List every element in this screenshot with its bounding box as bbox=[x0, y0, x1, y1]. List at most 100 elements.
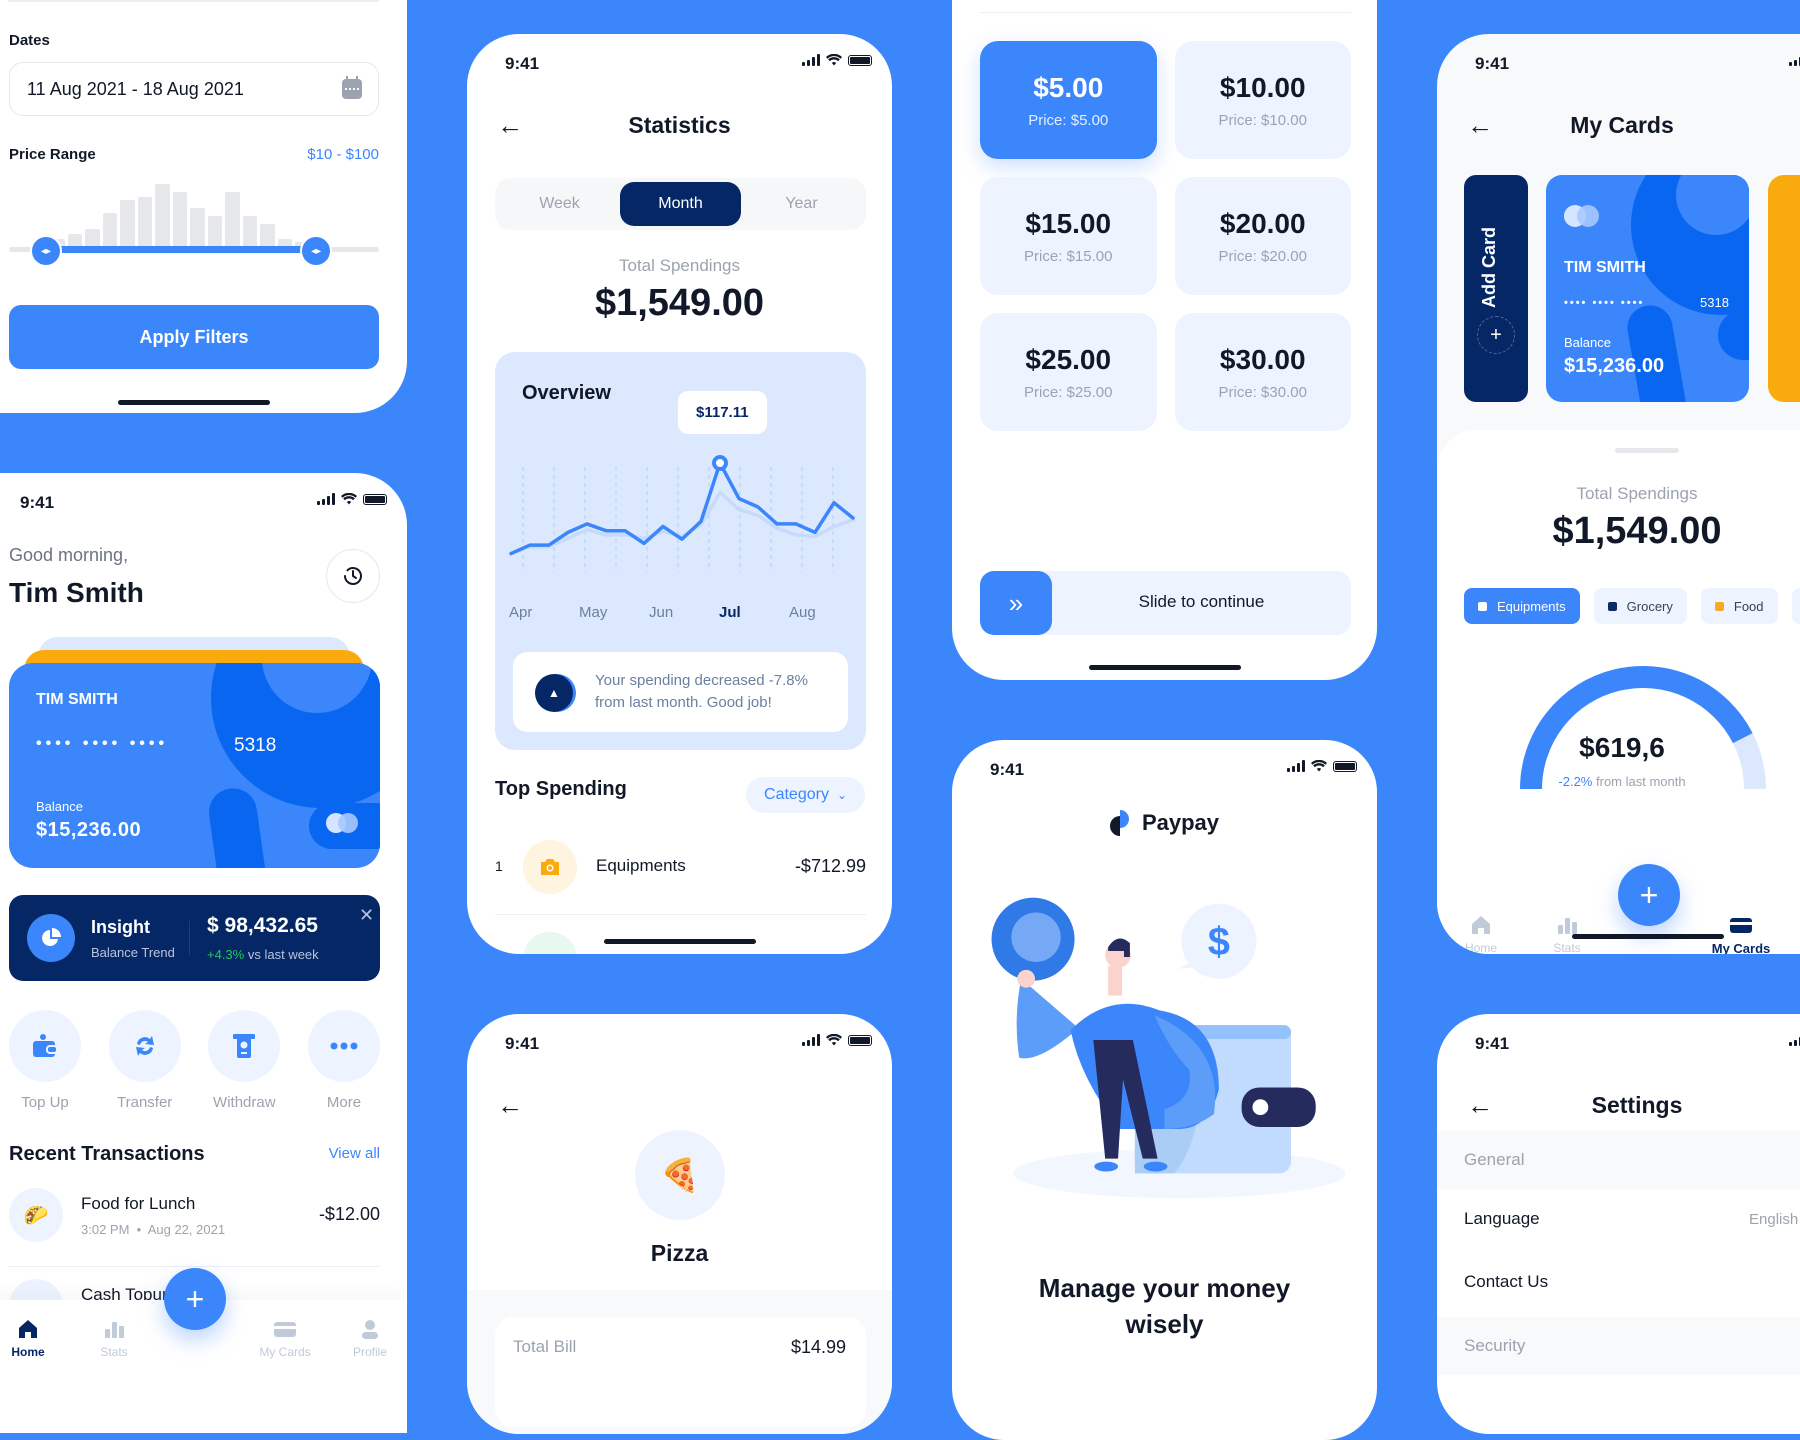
section-header-security: Security bbox=[1437, 1317, 1800, 1375]
amount-option[interactable]: $25.00 Price: $25.00 bbox=[980, 313, 1157, 431]
category-filters: Equipments Grocery Food bbox=[1464, 588, 1800, 624]
highlight-point[interactable] bbox=[712, 455, 728, 471]
nav-label: Home bbox=[1464, 941, 1497, 954]
bank-card[interactable]: TIM SMITH •••• •••• •••• 5318 Balance $1… bbox=[9, 663, 380, 868]
history-button[interactable] bbox=[326, 549, 380, 603]
trend-up-icon: ▲ bbox=[535, 674, 573, 712]
histogram-bar bbox=[120, 199, 135, 250]
bank-card-secondary[interactable] bbox=[1768, 175, 1800, 402]
pie-chart-icon bbox=[27, 914, 75, 962]
action-more[interactable]: More bbox=[307, 1010, 380, 1111]
transaction-time: 3:02 PM bbox=[81, 1222, 130, 1237]
status-bar: 9:41 bbox=[1437, 34, 1800, 94]
settings-row-language[interactable]: Language English bbox=[1437, 1189, 1800, 1252]
category-pill-more[interactable] bbox=[1791, 588, 1800, 624]
add-button[interactable]: + bbox=[1618, 864, 1680, 926]
sheet-handle[interactable] bbox=[1615, 448, 1679, 453]
action-label: More bbox=[326, 1094, 362, 1111]
mastercard-logo bbox=[309, 803, 380, 849]
back-arrow-icon[interactable]: ← bbox=[497, 1090, 523, 1121]
view-all-link[interactable]: View all bbox=[329, 1145, 380, 1162]
nav-home[interactable]: Home bbox=[2, 1318, 54, 1359]
add-button[interactable]: + bbox=[164, 1268, 226, 1330]
status-time: 9:41 bbox=[1475, 54, 1510, 73]
status-time: 9:41 bbox=[990, 760, 1025, 779]
action-top-up[interactable]: Top Up bbox=[9, 1010, 81, 1111]
amount-option[interactable]: $5.00 Price: $5.00 bbox=[980, 41, 1157, 159]
total-value: $1,549.00 bbox=[594, 282, 765, 324]
apply-filters-button[interactable]: Apply Filters bbox=[9, 305, 379, 369]
card-balance: $15,236.00 bbox=[1564, 355, 1665, 377]
dates-field[interactable]: 11 Aug 2021 - 18 Aug 2021 bbox=[9, 62, 379, 116]
histogram-bar bbox=[242, 215, 258, 250]
withdraw-icon bbox=[208, 1010, 281, 1082]
dates-label: Dates bbox=[9, 32, 50, 49]
category-dropdown[interactable]: Category ⌄ bbox=[746, 777, 865, 813]
amount-option[interactable]: $20.00 Price: $20.00 bbox=[1174, 177, 1351, 295]
top-spending-row[interactable]: 1 Equipments -$712.99 bbox=[495, 840, 866, 896]
status-bar: 9:41 bbox=[952, 740, 1377, 800]
amount-options: $5.00 Price: $5.00 $10.00 Price: $10.00 $15.… bbox=[980, 41, 1351, 431]
nav-stats[interactable]: Stats bbox=[88, 1318, 140, 1359]
nav-my-cards[interactable]: My Cards bbox=[250, 1318, 320, 1359]
row-label: Contact Us bbox=[1464, 1272, 1549, 1291]
card-last4: 5318 bbox=[234, 735, 277, 756]
category-pill-equipments[interactable]: Equipments bbox=[1464, 588, 1580, 624]
category-pill-food[interactable]: Food bbox=[1700, 588, 1778, 624]
transaction-row[interactable]: 🌮 Food for Lunch 3:02 PM • Aug 22, 2021 … bbox=[9, 1188, 380, 1254]
action-transfer[interactable]: Transfer bbox=[108, 1010, 181, 1111]
category-pill-grocery[interactable]: Grocery bbox=[1593, 588, 1687, 624]
nav-label: My Cards bbox=[259, 1345, 311, 1359]
settings-row-contact[interactable]: Contact Us bbox=[1437, 1252, 1800, 1315]
overview-card: Overview $117.11 Apr May Jun Jul Aug ▲ Your … bbox=[495, 352, 866, 750]
amount-option[interactable]: $30.00 Price: $30.00 bbox=[1174, 313, 1351, 431]
svg-text:$: $ bbox=[1208, 920, 1230, 964]
action-withdraw[interactable]: Withdraw bbox=[208, 1010, 281, 1111]
divider bbox=[9, 1266, 380, 1267]
amount-option[interactable]: $15.00 Price: $15.00 bbox=[980, 177, 1157, 295]
divider bbox=[189, 921, 190, 955]
tab-year[interactable]: Year bbox=[741, 182, 862, 226]
insight-change: +4.3% bbox=[207, 947, 245, 962]
insight-subtitle: Balance Trend bbox=[91, 945, 175, 960]
transaction-meta: 3:02 PM • Aug 22, 2021 bbox=[81, 1222, 226, 1237]
calendar-icon[interactable] bbox=[342, 76, 362, 99]
price-histogram bbox=[50, 180, 310, 250]
nav-home[interactable]: Home bbox=[1451, 914, 1511, 954]
amount-value: $15.00 bbox=[1025, 207, 1112, 239]
close-icon[interactable]: ✕ bbox=[359, 905, 374, 926]
range-handle-min[interactable]: ◂▸ bbox=[30, 235, 62, 267]
insight-banner[interactable]: Insight Balance Trend $ 98,432.65 +4.3% … bbox=[9, 895, 380, 981]
add-card-button[interactable]: Add Card + bbox=[1464, 175, 1528, 402]
merchant-title: Pizza bbox=[650, 1240, 709, 1266]
period-tabs: Week Month Year bbox=[495, 178, 866, 230]
home-icon bbox=[1472, 916, 1490, 934]
slide-handle[interactable]: » bbox=[980, 571, 1052, 635]
overview-title: Overview bbox=[522, 382, 611, 404]
price-range-label: Price Range bbox=[9, 146, 96, 163]
filters-screen: Dates 11 Aug 2021 - 18 Aug 2021 Price Ra… bbox=[0, 0, 407, 413]
legend-dot bbox=[1607, 601, 1617, 611]
onboarding-illustration: $ bbox=[991, 897, 1346, 1199]
balance-label: Balance bbox=[1564, 335, 1611, 350]
double-chevron-right-icon: » bbox=[1008, 587, 1024, 618]
tab-week[interactable]: Week bbox=[499, 182, 620, 226]
onboarding-screen: 9:41 Paypay $ Manage your money wisely bbox=[952, 740, 1377, 1440]
amount-option[interactable]: $10.00 Price: $10.00 bbox=[1174, 41, 1351, 159]
range-handle-max[interactable]: ◂▸ bbox=[300, 235, 333, 267]
insight-change-suffix: vs last week bbox=[247, 947, 319, 962]
tab-month[interactable]: Month bbox=[620, 182, 741, 226]
status-bar: 9:41 bbox=[1437, 1014, 1800, 1074]
top-spending-title: Top Spending bbox=[495, 778, 627, 800]
wallet-icon bbox=[9, 1010, 81, 1082]
gauge-change-row: -2.2% from last month bbox=[1437, 774, 1800, 789]
slide-to-continue[interactable]: » Slide to continue bbox=[980, 571, 1351, 635]
range-fill bbox=[46, 246, 317, 253]
wifi-icon bbox=[1311, 760, 1327, 772]
home-indicator bbox=[1089, 665, 1241, 670]
x-tick-label: May bbox=[579, 604, 608, 621]
row-label: Language bbox=[1464, 1209, 1540, 1228]
chevron-down-icon: ⌄ bbox=[836, 788, 847, 802]
bank-card[interactable]: TIM SMITH •••• •••• •••• 5318 Balance $1… bbox=[1546, 175, 1749, 402]
nav-profile[interactable]: Profile bbox=[340, 1318, 400, 1359]
